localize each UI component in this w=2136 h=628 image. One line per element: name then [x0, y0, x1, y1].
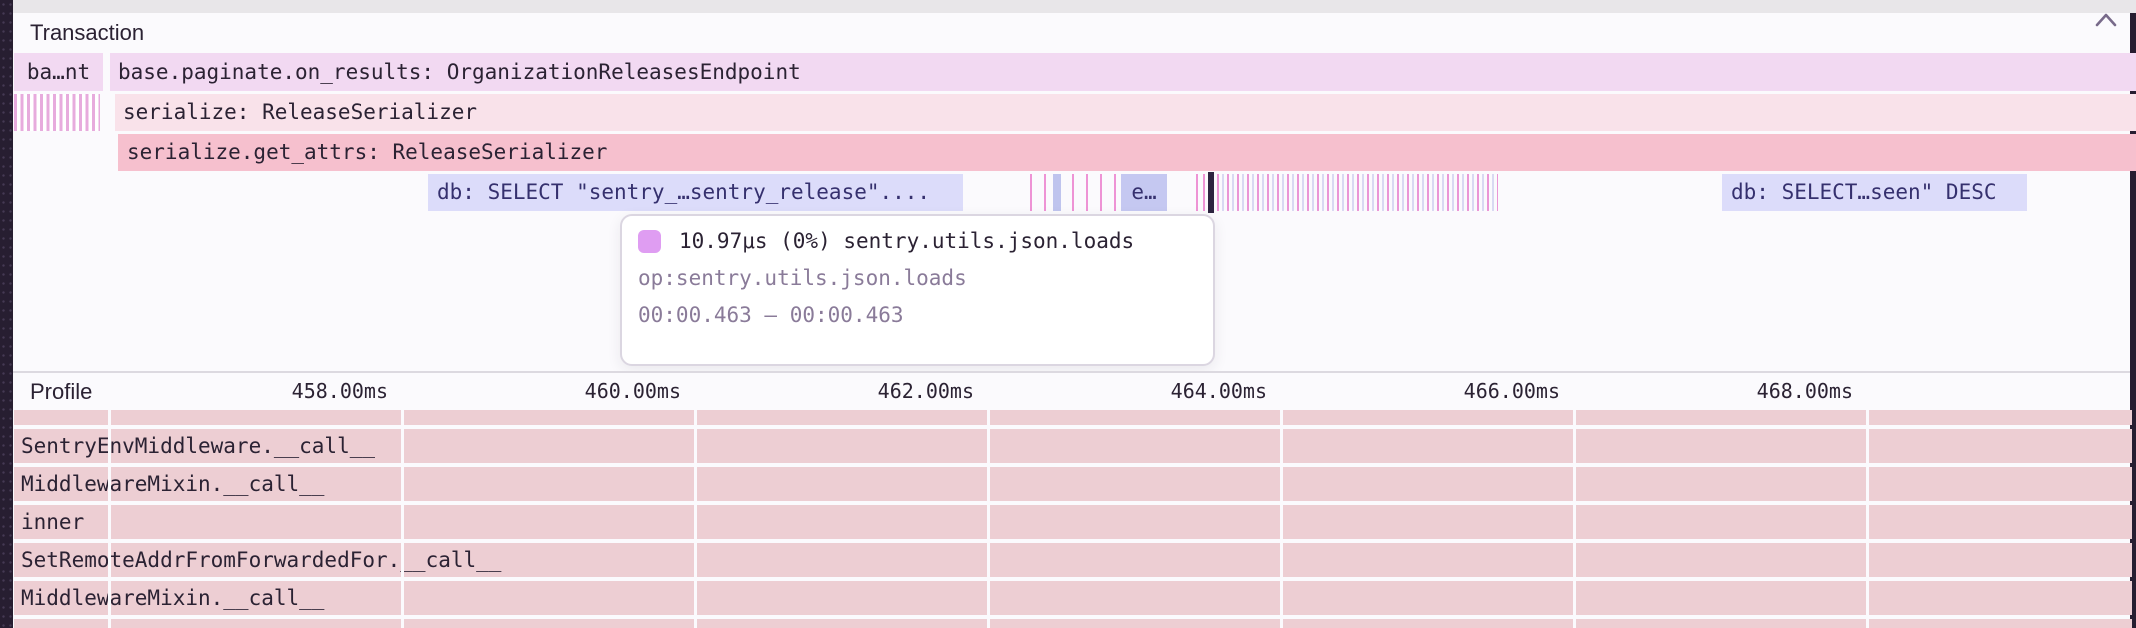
time-axis-tick: 462.00ms: [844, 373, 974, 410]
profile-title: Profile: [30, 373, 92, 410]
chevron-up-icon[interactable]: [2095, 12, 2117, 28]
left-edge-panel: [0, 0, 13, 628]
time-gridline: [1573, 410, 1576, 628]
flame-frame[interactable]: inner: [14, 505, 2132, 539]
time-gridline: [987, 410, 990, 628]
flame-frame-partial[interactable]: [14, 619, 2132, 628]
span-bar-serialize[interactable]: serialize: ReleaseSerializer: [115, 94, 2136, 131]
span-tooltip: 10.97μs (0%) sentry.utils.json.loads op:…: [620, 214, 1215, 366]
selected-span-marker[interactable]: [1208, 172, 1214, 213]
time-gridline: [694, 410, 697, 628]
frame-label: SentryEnvMiddleware.__call__: [14, 429, 2132, 463]
tooltip-summary: 10.97μs (0%) sentry.utils.json.loads: [679, 229, 1134, 253]
micro-span-ticks[interactable]: [1217, 174, 1498, 211]
frame-label: MiddlewareMixin.__call__: [14, 467, 2132, 501]
span-bar-db-select[interactable]: db: SELECT "sentry_…sentry_release"....: [428, 174, 963, 211]
flame-frame[interactable]: MiddlewareMixin.__call__: [14, 467, 2132, 501]
time-axis-tick: 468.00ms: [1723, 373, 1853, 410]
top-bar: [13, 0, 2136, 13]
time-gridline: [1280, 410, 1283, 628]
flame-frame[interactable]: MiddlewareMixin.__call__: [14, 581, 2132, 615]
transaction-title: Transaction: [30, 13, 144, 52]
time-gridline: [401, 410, 404, 628]
tooltip-time-range: 00:00.463 — 00:00.463: [638, 303, 1197, 327]
span-color-swatch: [638, 230, 661, 253]
span-bar-striped[interactable]: [14, 94, 100, 131]
time-gridline: [1866, 410, 1869, 628]
tooltip-op: op:sentry.utils.json.loads: [638, 266, 1197, 290]
time-axis-tick: 466.00ms: [1430, 373, 1560, 410]
flame-frame[interactable]: SentryEnvMiddleware.__call__: [14, 429, 2132, 463]
span-bar-db-select-desc[interactable]: db: SELECT…seen" DESC: [1722, 174, 2027, 211]
micro-span-tick[interactable]: [1196, 174, 1198, 211]
micro-span-bar[interactable]: [1053, 174, 1061, 211]
span-bar-endpoint[interactable]: base.paginate.on_results: OrganizationRe…: [110, 53, 2136, 91]
time-axis-tick: 458.00ms: [258, 373, 388, 410]
span-bar-truncated[interactable]: ba…nt: [14, 53, 103, 91]
micro-span-tick[interactable]: [1203, 174, 1205, 211]
span-bar-get-attrs[interactable]: serialize.get_attrs: ReleaseSerializer: [118, 134, 2136, 171]
flame-frame-partial[interactable]: [14, 410, 2132, 425]
micro-span-ticks[interactable]: [1030, 174, 1118, 211]
flame-frame[interactable]: SetRemoteAddrFromForwardedFor.__call__: [14, 543, 2132, 577]
transaction-section-header[interactable]: Transaction: [13, 13, 2130, 52]
time-axis-tick: 460.00ms: [551, 373, 681, 410]
span-bar-e-truncated[interactable]: e…: [1121, 174, 1167, 211]
profiling-trace-view: Transaction ba…nt base.paginate.on_resul…: [0, 0, 2136, 628]
frame-label: inner: [14, 505, 2132, 539]
time-axis-tick: 464.00ms: [1137, 373, 1267, 410]
time-gridline: [108, 410, 111, 628]
frame-label: SetRemoteAddrFromForwardedFor.__call__: [14, 543, 2132, 577]
frame-label: MiddlewareMixin.__call__: [14, 581, 2132, 615]
